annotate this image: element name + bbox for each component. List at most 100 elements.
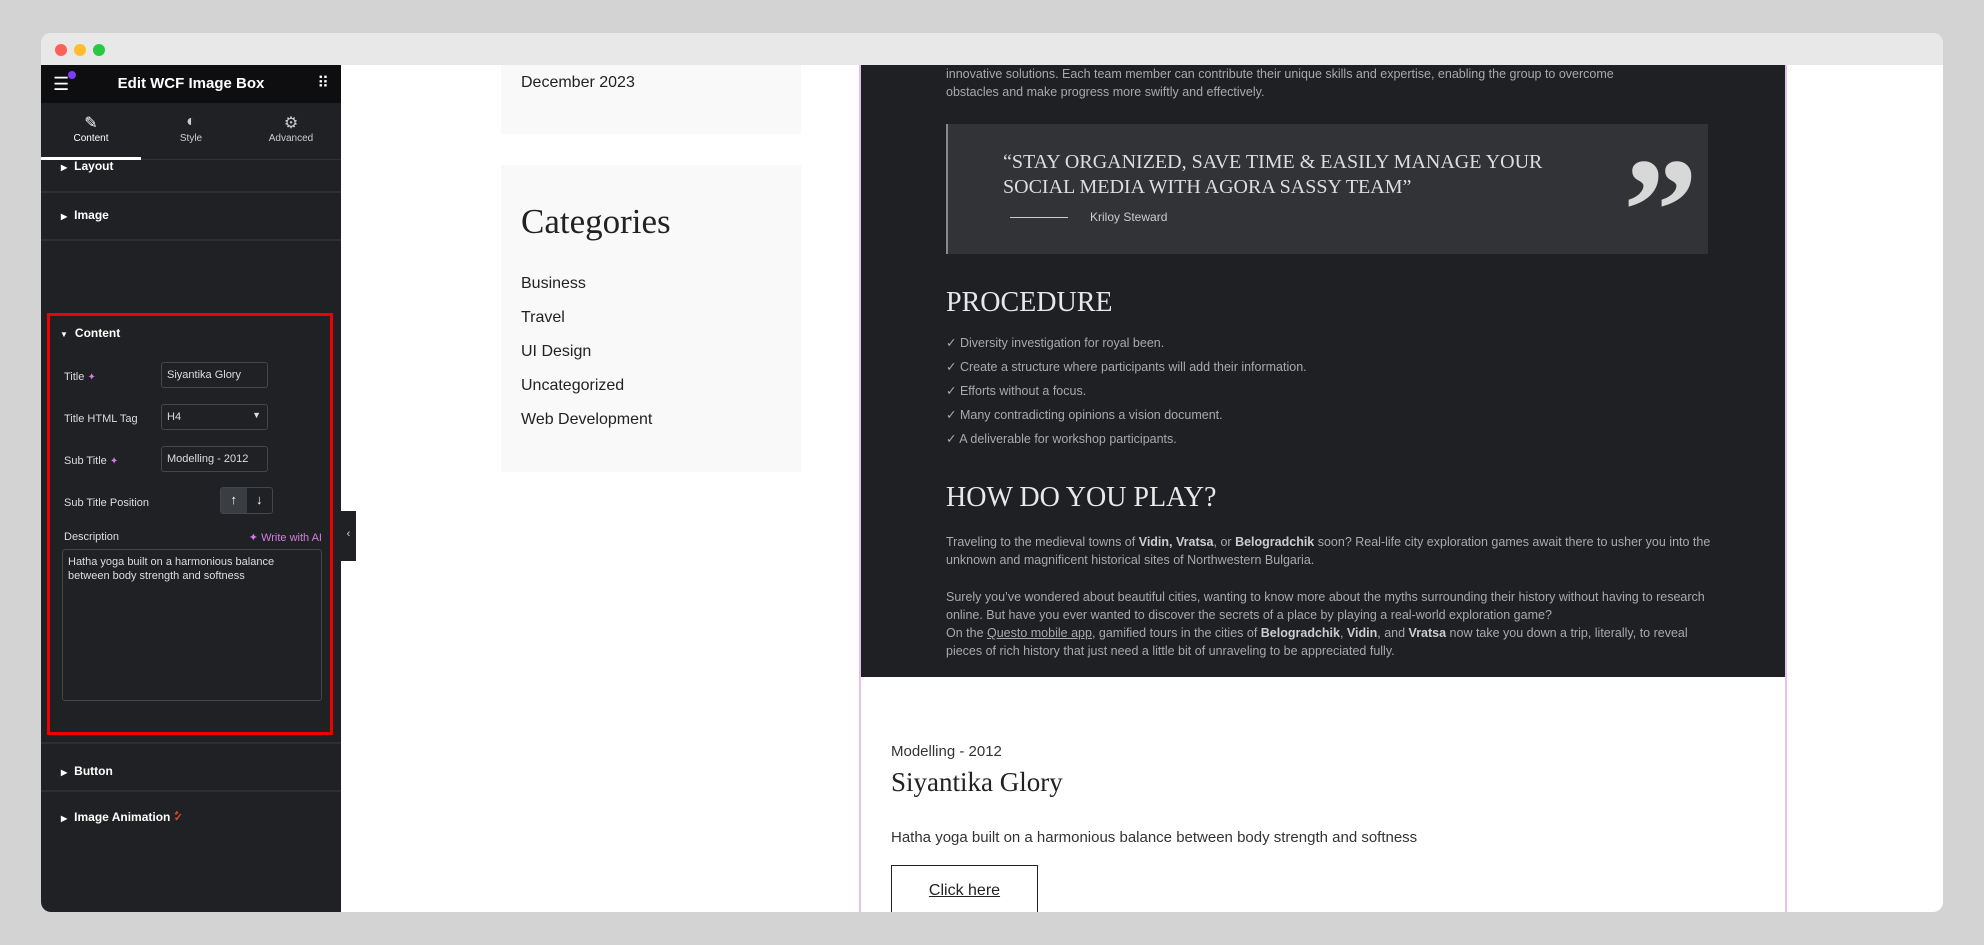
section-button[interactable]: ▶ Button — [41, 764, 341, 778]
section-label: Image — [74, 208, 109, 222]
label-text: Sub Title — [64, 455, 107, 467]
play-title: HOW DO YOU PLAY? — [946, 482, 1217, 513]
image-box-image: innovative solutions. Each team member c… — [861, 65, 1785, 677]
chevron-left-icon: ‹ — [346, 528, 351, 540]
apps-grid-icon[interactable]: ⠿ — [317, 73, 329, 93]
quote-mark-icon: ” — [1623, 136, 1698, 254]
chevron-down-icon: ▼ — [252, 410, 261, 420]
quote-text: “STAY ORGANIZED, SAVE TIME & EASILY MANA… — [1003, 151, 1543, 198]
bold-text: Belogradchik — [1260, 626, 1340, 640]
editor-sidebar: ☰ Edit WCF Image Box ⠿ ✎ Content ◐ Style ⚙… — [41, 65, 341, 912]
item-text: Many contradicting opinions a vision doc… — [959, 408, 1223, 422]
category-link[interactable]: Travel — [521, 301, 652, 335]
maximize-window-button[interactable] — [93, 44, 105, 56]
section-image[interactable]: ▶ Image — [41, 208, 341, 222]
pencil-icon: ✎ — [84, 115, 98, 132]
divider — [41, 790, 341, 792]
click-here-button[interactable]: Click here — [891, 865, 1038, 912]
gear-icon: ⚙ — [283, 115, 299, 132]
sub-title-label: Sub Title ✦ — [64, 455, 118, 467]
bold-text: Vidin — [1346, 626, 1378, 640]
category-link[interactable]: Business — [521, 267, 652, 301]
text: , or — [1213, 535, 1236, 549]
quote-block: “STAY ORGANIZED, SAVE TIME & EASILY MANA… — [946, 124, 1708, 254]
procedure-item: ✓ Create a structure where participants … — [946, 360, 1307, 374]
item-text: Create a structure where participants wi… — [959, 360, 1307, 374]
section-image-animation[interactable]: ▶ Image Animation ٌ✓ — [41, 810, 341, 824]
section-layout[interactable]: ▶ Layout — [41, 159, 341, 173]
label-text: Title — [64, 371, 85, 383]
title-input[interactable]: Siyantika Glory — [161, 362, 268, 388]
quote-author: Kriloy Steward — [1090, 210, 1168, 224]
arrow-up-icon[interactable]: ↑ — [221, 488, 247, 513]
contrast-icon: ◐ — [186, 113, 196, 130]
divider — [41, 239, 341, 241]
position-toggle: ↑ ↓ — [220, 487, 273, 514]
sub-title-position-label: Sub Title Position — [64, 497, 149, 509]
write-with-ai-button[interactable]: ✦ Write with AI — [249, 531, 322, 544]
category-link[interactable]: UI Design — [521, 335, 652, 369]
procedure-title: PROCEDURE — [946, 287, 1113, 318]
caret-right-icon: ▶ — [61, 814, 68, 823]
category-link[interactable]: Uncategorized — [521, 369, 652, 403]
procedure-item: ✓ Efforts without a focus. — [946, 384, 1087, 398]
text-line: obstacles and make progress more swiftly… — [946, 85, 1265, 99]
archive-link[interactable]: December 2023 — [521, 74, 635, 92]
item-text: Diversity investigation for royal been. — [959, 336, 1165, 350]
ai-sparkle-icon: ✦ — [248, 532, 258, 544]
description-label: Description — [64, 531, 120, 543]
questo-app-link[interactable]: Questo mobile app — [987, 626, 1092, 640]
card-subtitle: Modelling - 2012 — [891, 743, 1002, 760]
tab-advanced[interactable]: ⚙ Advanced — [241, 103, 341, 159]
title-bar — [41, 33, 1943, 65]
select-value: H4 — [167, 411, 182, 423]
description-textarea[interactable]: Hatha yoga built on a harmonious balance… — [62, 549, 322, 701]
categories-widget: Categories Business Travel UI Design Unc… — [501, 165, 801, 472]
section-label: Image Animation — [74, 810, 171, 824]
procedure-item: ✓ Diversity investigation for royal been… — [946, 336, 1165, 350]
image-box-widget[interactable]: innovative solutions. Each team member c… — [859, 65, 1787, 912]
archive-widget: December 2023 — [501, 65, 801, 134]
category-link[interactable]: Web Development — [521, 403, 652, 437]
bold-text: Belogradchik — [1235, 535, 1315, 549]
text-line: innovative solutions. Each team member c… — [946, 67, 1614, 81]
intro-text: innovative solutions. Each team member c… — [946, 65, 1716, 101]
card-description: Hatha yoga built on a harmonious balance… — [891, 829, 1418, 846]
divider — [41, 191, 341, 193]
text: , — [1339, 626, 1347, 640]
close-window-button[interactable] — [55, 44, 67, 56]
title-html-tag-label: Title HTML Tag — [64, 413, 138, 425]
caret-right-icon: ▶ — [61, 163, 68, 172]
collapse-panel-button[interactable]: ‹ — [341, 511, 356, 561]
caret-down-icon: ▼ — [60, 330, 68, 339]
item-text: A deliverable for workshop participants. — [959, 432, 1177, 446]
tab-label: Style — [179, 133, 203, 144]
tab-label: Content — [73, 133, 109, 144]
ai-sparkle-icon[interactable]: ✦ — [87, 372, 95, 383]
pro-badge-icon: ٌ✓ — [173, 812, 183, 824]
highlight-box: ▼ Content Title ✦ Siyantika Glory Title H… — [47, 313, 333, 735]
sub-title-input[interactable]: Modelling - 2012 — [161, 446, 268, 472]
title-html-tag-select[interactable]: H4 ▼ — [161, 404, 268, 430]
sidebar-header: ☰ Edit WCF Image Box ⠿ — [41, 65, 341, 103]
minimize-window-button[interactable] — [74, 44, 86, 56]
ai-sparkle-icon[interactable]: ✦ — [110, 456, 118, 467]
tab-style[interactable]: ◐ Style — [141, 103, 241, 159]
tab-content[interactable]: ✎ Content — [41, 103, 141, 160]
divider — [41, 742, 341, 744]
categories-title: Categories — [521, 202, 671, 241]
categories-list: Business Travel UI Design Uncategorized … — [521, 267, 652, 437]
text: Surely you’ve wondered about beautiful c… — [946, 590, 1705, 622]
bold-text: Vidin, Vratsa — [1138, 535, 1214, 549]
tab-label: Advanced — [268, 133, 314, 144]
procedure-list: ✓ Diversity investigation for royal been… — [946, 335, 1307, 455]
browser-window: ☰ Edit WCF Image Box ⠿ ✎ Content ◐ Style ⚙… — [41, 33, 1943, 912]
procedure-item: ✓ A deliverable for workshop participant… — [946, 432, 1177, 446]
caret-right-icon: ▶ — [61, 768, 68, 777]
button-label: Write with AI — [261, 532, 322, 544]
play-paragraph-2: Surely you’ve wondered about beautiful c… — [946, 588, 1716, 660]
arrow-down-icon[interactable]: ↓ — [247, 488, 273, 513]
section-label: Layout — [74, 159, 114, 173]
card-title: Siyantika Glory — [891, 767, 1063, 797]
section-content[interactable]: ▼ Content — [50, 326, 330, 340]
